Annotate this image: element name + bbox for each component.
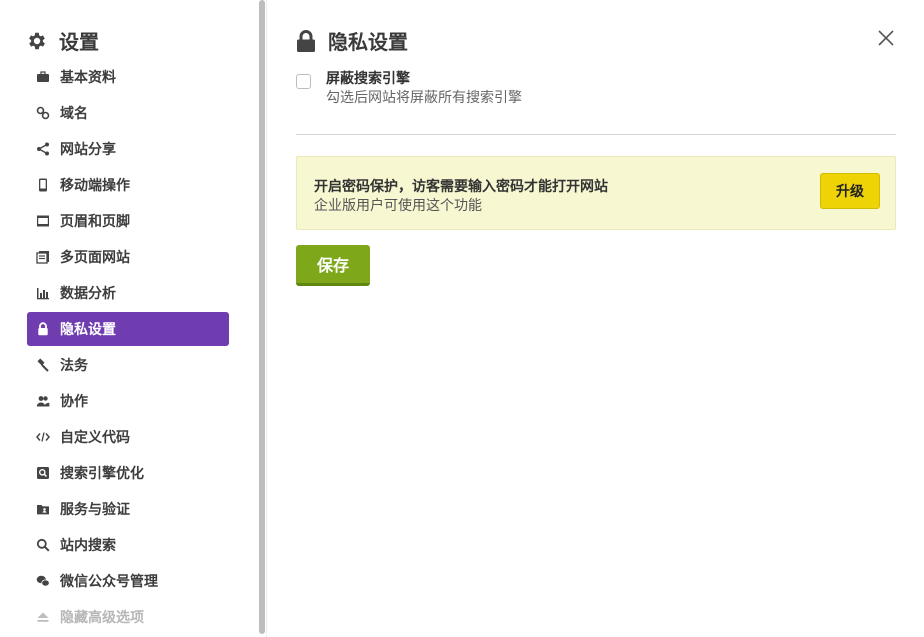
- sidebar-item-label: 页眉和页脚: [60, 214, 130, 230]
- sidebar-item-label: 微信公众号管理: [60, 574, 158, 590]
- sidebar-item-label: 域名: [60, 106, 88, 122]
- sidebar: 设置 基本资料 域名 网站分享 移动端操作 页眉和页脚 多页面网站 数据分析 隐…: [0, 0, 258, 637]
- page-title: 隐私设置: [328, 30, 408, 54]
- eject-icon: [36, 610, 50, 624]
- sidebar-item-analytics[interactable]: 数据分析: [27, 276, 229, 310]
- privacy-settings-panel: 隐私设置 屏蔽搜索引擎 勾选后网站将屏蔽所有搜索引擎 开启密码保护，访客需要输入…: [296, 0, 896, 637]
- sidebar-item-label: 站内搜索: [60, 538, 116, 554]
- sidebar-item-custom-code[interactable]: 自定义代码: [27, 420, 229, 454]
- sidebar-item-hide-advanced[interactable]: 隐藏高级选项: [27, 600, 229, 634]
- gear-icon: [26, 30, 48, 52]
- close-button[interactable]: [876, 28, 896, 48]
- sidebar-item-site-search[interactable]: 站内搜索: [27, 528, 229, 562]
- sidebar-item-legal[interactable]: 法务: [27, 348, 229, 382]
- option-text: 屏蔽搜索引擎 勾选后网站将屏蔽所有搜索引擎: [326, 70, 522, 108]
- sidebar-item-wechat[interactable]: 微信公众号管理: [27, 564, 229, 598]
- block-search-engines-checkbox[interactable]: [296, 74, 311, 89]
- sidebar-item-label: 基本资料: [60, 70, 116, 86]
- sidebar-item-share[interactable]: 网站分享: [27, 132, 229, 166]
- code-icon: [36, 430, 50, 444]
- panel-divider: [266, 0, 267, 637]
- sidebar-item-privacy[interactable]: 隐私设置: [27, 312, 229, 346]
- wechat-icon: [36, 574, 50, 588]
- lock-icon: [36, 322, 50, 336]
- briefcase-icon: [36, 70, 50, 84]
- sidebar-title: 设置: [59, 30, 99, 54]
- option-description: 勾选后网站将屏蔽所有搜索引擎: [326, 90, 522, 106]
- password-protection-notice: 开启密码保护，访客需要输入密码才能打开网站 企业版用户可使用这个功能 升级: [296, 156, 896, 230]
- sidebar-item-label: 数据分析: [60, 286, 116, 302]
- share-icon: [36, 142, 50, 156]
- notice-description: 企业版用户可使用这个功能: [314, 198, 482, 214]
- panel-header: 隐私设置: [296, 26, 408, 55]
- bar-chart-icon: [36, 286, 50, 300]
- header-footer-icon: [36, 214, 50, 228]
- sidebar-item-collaboration[interactable]: 协作: [27, 384, 229, 418]
- sidebar-item-seo[interactable]: 搜索引擎优化: [27, 456, 229, 490]
- sidebar-item-header-footer[interactable]: 页眉和页脚: [27, 204, 229, 238]
- users-icon: [36, 394, 50, 408]
- block-search-engines-option: 屏蔽搜索引擎 勾选后网站将屏蔽所有搜索引擎: [296, 70, 522, 108]
- sidebar-item-label: 隐私设置: [60, 322, 116, 338]
- save-button[interactable]: 保存: [296, 245, 370, 286]
- link-icon: [36, 106, 50, 120]
- pages-icon: [36, 250, 50, 264]
- seo-search-icon: [36, 466, 50, 480]
- section-divider: [296, 134, 896, 135]
- search-icon: [36, 538, 50, 552]
- sidebar-item-label: 法务: [60, 358, 88, 374]
- sidebar-item-label: 多页面网站: [60, 250, 130, 266]
- sidebar-item-basic-info[interactable]: 基本资料: [27, 60, 229, 94]
- folder-user-icon: [36, 502, 50, 516]
- sidebar-item-label: 服务与验证: [60, 502, 130, 518]
- sidebar-item-label: 搜索引擎优化: [60, 466, 144, 482]
- sidebar-scrollbar-thumb[interactable]: [259, 0, 265, 634]
- mobile-icon: [36, 178, 50, 192]
- settings-menu: 基本资料 域名 网站分享 移动端操作 页眉和页脚 多页面网站 数据分析 隐私设置…: [27, 60, 229, 636]
- sidebar-item-label: 隐藏高级选项: [60, 610, 144, 626]
- upgrade-button[interactable]: 升级: [820, 173, 880, 209]
- notice-title: 开启密码保护，访客需要输入密码才能打开网站: [314, 179, 608, 195]
- sidebar-item-label: 网站分享: [60, 142, 116, 158]
- sidebar-item-domain[interactable]: 域名: [27, 96, 229, 130]
- gavel-icon: [36, 358, 50, 372]
- sidebar-item-label: 移动端操作: [60, 178, 130, 194]
- sidebar-item-multipage[interactable]: 多页面网站: [27, 240, 229, 274]
- sidebar-header: 设置: [26, 26, 99, 55]
- sidebar-item-label: 自定义代码: [60, 430, 130, 446]
- close-icon: [876, 30, 896, 52]
- sidebar-item-services[interactable]: 服务与验证: [27, 492, 229, 526]
- sidebar-item-label: 协作: [60, 394, 88, 410]
- lock-icon: [296, 29, 316, 53]
- option-title: 屏蔽搜索引擎: [326, 71, 410, 87]
- sidebar-item-mobile[interactable]: 移动端操作: [27, 168, 229, 202]
